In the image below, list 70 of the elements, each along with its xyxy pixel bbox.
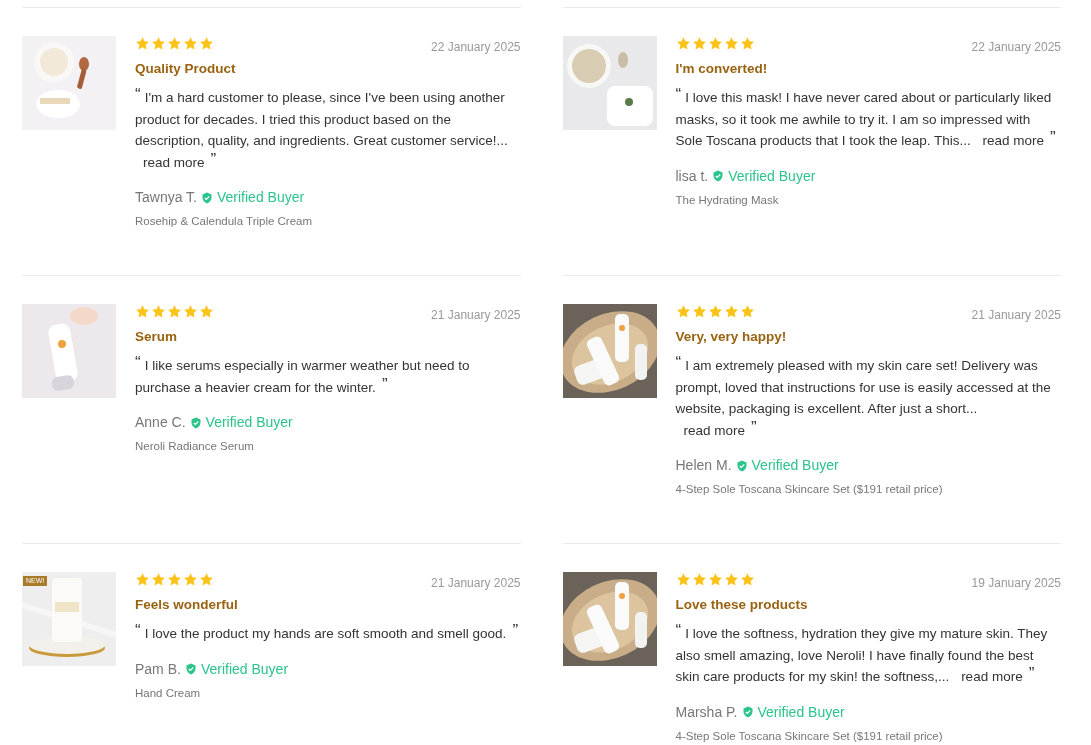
review-date: 21 January 2025 — [971, 307, 1061, 324]
review-title: Serum — [135, 328, 179, 346]
review-title: Very, very happy! — [675, 328, 788, 346]
star-icon — [199, 304, 214, 319]
read-more-link[interactable]: read more — [982, 133, 1044, 149]
star-icon — [723, 304, 739, 319]
review-date: 21 January 2025 — [431, 307, 521, 324]
star-icon — [675, 36, 691, 51]
star-icon — [691, 572, 707, 587]
product-name: The Hydrating Mask — [675, 192, 780, 208]
review-date: 19 January 2025 — [971, 575, 1061, 592]
review-title: I'm converted! — [675, 60, 769, 78]
star-icon — [739, 572, 755, 587]
verified-badge-icon — [184, 663, 197, 676]
star-icon — [723, 36, 739, 51]
star-icon — [691, 304, 707, 319]
star-icon — [675, 572, 691, 587]
product-name: 4-Step Sole Toscana Skincare Set ($191 retail price) — [675, 482, 944, 498]
star-icon — [739, 36, 755, 51]
product-name: Hand Cream — [135, 685, 202, 701]
verified-buyer-label: Verified Buyer — [751, 456, 839, 476]
star-icon — [707, 572, 723, 587]
read-more-link[interactable]: read more — [683, 422, 746, 438]
star-icon — [167, 572, 182, 587]
review-title: Quality Product — [135, 60, 237, 78]
star-icon — [675, 304, 691, 319]
verified-buyer-label: Verified Buyer — [217, 188, 305, 208]
star-icon — [707, 36, 723, 51]
product-name: 4-Step Sole Toscana Skincare Set ($191 retail price) — [675, 728, 944, 744]
product-name: Neroli Radiance Serum — [135, 439, 255, 455]
star-icon — [135, 36, 150, 51]
star-icon — [739, 304, 755, 319]
verified-badge-icon — [189, 416, 202, 429]
reviewer-name: Tawnya T. — [135, 188, 197, 208]
star-icon — [183, 36, 198, 51]
star-icon — [691, 36, 707, 51]
star-icon — [135, 304, 150, 319]
verified-badge-icon — [735, 459, 748, 472]
verified-buyer-label: Verified Buyer — [728, 166, 816, 186]
review-date: 21 January 2025 — [431, 575, 521, 592]
reviewer-name: Anne C. — [135, 413, 186, 433]
review-title: Feels wonderful — [135, 596, 239, 614]
verified-buyer-label: Verified Buyer — [757, 702, 845, 722]
star-icon — [151, 304, 166, 319]
verified-buyer-label: Verified Buyer — [200, 659, 289, 679]
review-title: Love these products — [675, 596, 809, 614]
reviewer-name: lisa t. — [675, 166, 709, 186]
verified-badge-icon — [201, 191, 213, 204]
read-more-link[interactable]: read more — [143, 154, 205, 170]
read-more-link[interactable]: read more — [961, 669, 1023, 685]
star-icon — [151, 572, 166, 587]
verified-buyer-label: Verified Buyer — [205, 413, 293, 433]
star-icon — [167, 304, 182, 319]
verified-badge-icon — [741, 706, 754, 719]
star-icon — [723, 572, 739, 587]
reviewer-name: Marsha P. — [675, 702, 738, 722]
star-icon — [183, 304, 198, 319]
star-icon — [199, 36, 214, 51]
star-icon — [707, 304, 723, 319]
verified-badge-icon — [712, 170, 725, 183]
reviewer-name: Pam B. — [135, 659, 181, 679]
review-date: 22 January 2025 — [971, 39, 1061, 56]
star-icon — [199, 572, 214, 587]
product-name: Rosehip & Calendula Triple Cream — [135, 214, 314, 230]
reviewer-name: Helen M. — [675, 456, 732, 476]
review-date: 22 January 2025 — [431, 39, 521, 56]
star-icon — [135, 572, 150, 587]
star-icon — [183, 572, 198, 587]
star-icon — [167, 36, 182, 51]
star-icon — [151, 36, 166, 51]
